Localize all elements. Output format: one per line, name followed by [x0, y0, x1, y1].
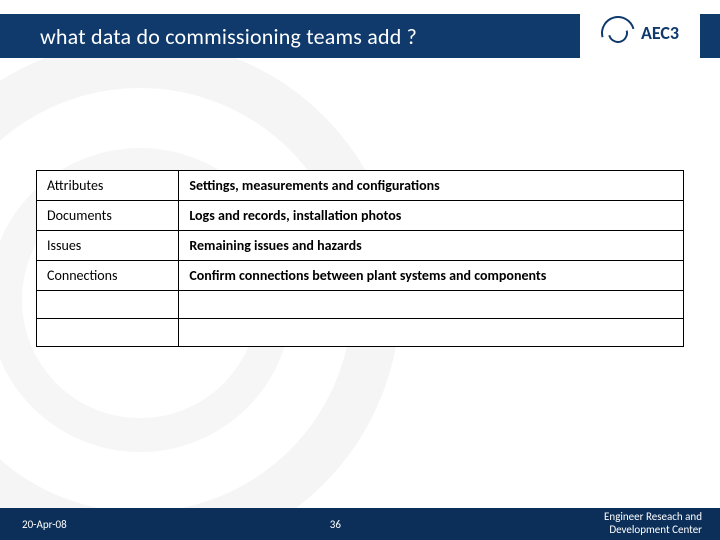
logo-wrap: AEC3: [580, 3, 700, 63]
slide-title: what data do commissioning teams add ?: [40, 23, 417, 50]
cell-key: [37, 291, 179, 319]
table-row: [37, 291, 684, 319]
footer-org-line1: Engineer Reseach and: [604, 510, 702, 523]
table-row: [37, 319, 684, 347]
table-row: Issues Remaining issues and hazards: [37, 231, 684, 261]
footer-org-line2: Development Center: [609, 523, 702, 536]
data-table: Attributes Settings, measurements and co…: [36, 170, 684, 347]
cell-value: Logs and records, installation photos: [179, 201, 684, 231]
cell-key: Issues: [37, 231, 179, 261]
cell-key: [37, 319, 179, 347]
cell-key: Documents: [37, 201, 179, 231]
cell-value: Settings, measurements and configuration…: [179, 171, 684, 201]
footer-org: Engineer Reseach and Development Center: [604, 511, 720, 536]
cell-value: Confirm connections between plant system…: [179, 261, 684, 291]
cell-key: Connections: [37, 261, 179, 291]
footer-date: 20-Apr-08: [0, 518, 67, 531]
cell-value: Remaining issues and hazards: [179, 231, 684, 261]
aec3-logo: AEC3: [601, 16, 679, 50]
table-row: Connections Confirm connections between …: [37, 261, 684, 291]
table-row: Documents Logs and records, installation…: [37, 201, 684, 231]
logo-swirl-icon: [595, 10, 641, 56]
table-row: Attributes Settings, measurements and co…: [37, 171, 684, 201]
cell-value: [179, 291, 684, 319]
cell-key: Attributes: [37, 171, 179, 201]
logo-text: AEC3: [641, 22, 679, 44]
footer-page-number: 36: [67, 518, 604, 531]
content-area: Attributes Settings, measurements and co…: [36, 170, 684, 347]
footer-bar: 20-Apr-08 36 Engineer Reseach and Develo…: [0, 508, 720, 540]
cell-value: [179, 319, 684, 347]
